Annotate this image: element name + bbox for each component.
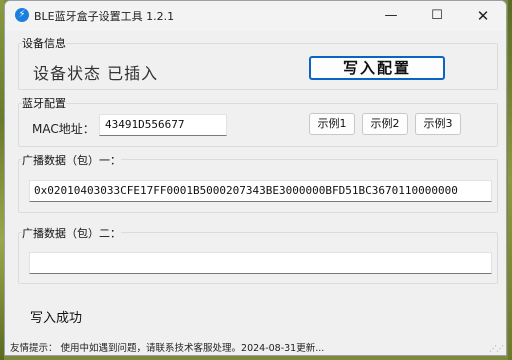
example-3-button[interactable]: 示例3 [415, 113, 461, 135]
adv-packet-1-input[interactable]: 0x02010403033CFE17FF0001B5000207343BE300… [29, 180, 492, 202]
write-config-button[interactable]: 写入配置 [309, 56, 445, 80]
resize-grip-icon[interactable]: ⋰⋰ [489, 344, 504, 353]
minimize-button[interactable]: — [368, 1, 414, 31]
adv-packet-2-input[interactable] [29, 252, 492, 274]
window-title: BLE蓝牙盒子设置工具 1.2.1 [34, 10, 175, 23]
adv-packet-2-label: 广播数据（包）二： [22, 225, 121, 241]
status-tips-text: 友情提示： 使用中如遇到问题，请联系技术客服处理。2024-08-31更新... [10, 343, 325, 354]
close-button[interactable]: ✕ [460, 1, 506, 31]
bluetooth-config-label: 蓝牙配置 [22, 95, 66, 111]
mac-address-label: MAC地址： [32, 122, 95, 136]
write-result-text: 写入成功 [30, 311, 83, 326]
title-bar[interactable]: ⚡ BLE蓝牙盒子设置工具 1.2.1 — ☐ ✕ [5, 1, 506, 31]
mac-address-input[interactable]: 43491D556677 [99, 114, 227, 136]
desktop-background-right [508, 0, 512, 360]
example-2-button[interactable]: 示例2 [362, 113, 408, 135]
bluetooth-app-icon: ⚡ [15, 8, 29, 22]
device-status-text: 设备状态 已插入 [33, 64, 159, 83]
app-window: ⚡ BLE蓝牙盒子设置工具 1.2.1 — ☐ ✕ 设备信息 设备状态 已插入 … [4, 0, 507, 356]
example-1-button[interactable]: 示例1 [309, 113, 355, 135]
adv-packet-1-label: 广播数据（包）一： [22, 152, 121, 168]
device-info-label: 设备信息 [22, 35, 66, 51]
maximize-button[interactable]: ☐ [414, 1, 460, 31]
status-bar: 友情提示： 使用中如遇到问题，请联系技术客服处理。2024-08-31更新...… [5, 334, 506, 355]
